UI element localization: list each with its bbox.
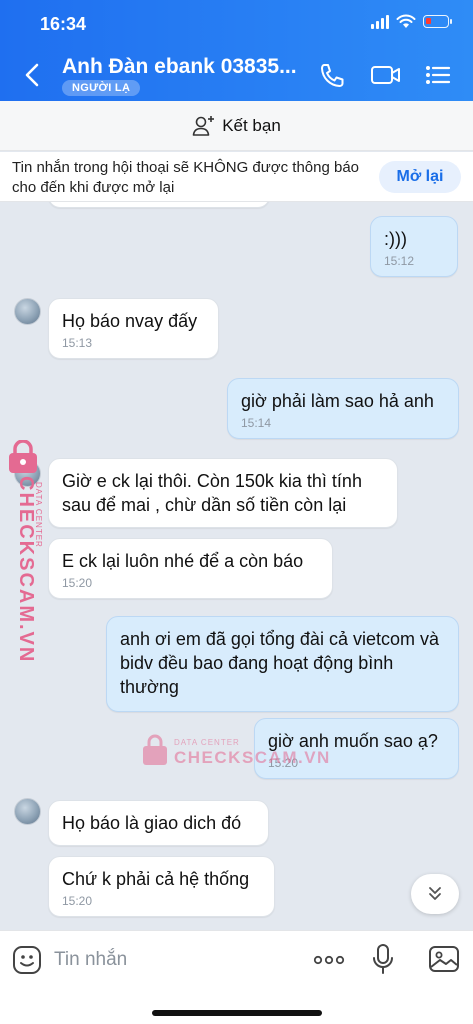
message-bubble: Giờ e ck lại thôi. Còn 150k kia thì tính… bbox=[48, 458, 398, 528]
microphone-icon[interactable] bbox=[370, 943, 396, 975]
watermark-sub: DATA CENTER bbox=[34, 482, 43, 548]
mute-notice-bar: Tin nhắn trong hội thoại sẽ KHÔNG được t… bbox=[0, 152, 473, 202]
message-text: giờ phải làm sao hả anh bbox=[241, 391, 434, 411]
message-time: 15:12 bbox=[384, 254, 415, 268]
message-input[interactable]: Tin nhắn bbox=[54, 945, 294, 975]
checkscam-watermark-side: CHECKSCAM.VN DATA CENTER bbox=[4, 440, 44, 663]
emoji-sticker-icon[interactable] bbox=[12, 945, 42, 975]
message-text: Chứ k phải cả hệ thống bbox=[62, 869, 250, 889]
phone-call-icon[interactable] bbox=[318, 62, 346, 88]
contact-avatar[interactable] bbox=[14, 298, 41, 325]
message-text: Họ báo là giao dich đó bbox=[62, 813, 242, 833]
image-gallery-icon[interactable] bbox=[428, 945, 460, 973]
message-text: :))) bbox=[384, 229, 407, 249]
lock-icon bbox=[9, 440, 37, 473]
add-friend-label: Kết bạn bbox=[222, 115, 281, 135]
message-bubble: anh ơi em đã gọi tổng đài cả vietcom và … bbox=[106, 616, 459, 712]
chat-area[interactable]: :))) 15:12 Họ báo nvay đấy 15:13 giờ phả… bbox=[0, 202, 473, 930]
chat-header: 16:34 Anh Đàn ebank 03835... NGƯỜI LẠ bbox=[0, 0, 473, 101]
mute-notice-text: Tin nhắn trong hội thoại sẽ KHÔNG được t… bbox=[12, 159, 360, 196]
stranger-badge: NGƯỜI LẠ bbox=[62, 80, 141, 96]
add-friend-icon bbox=[192, 115, 215, 136]
watermark-sub: DATA CENTER bbox=[174, 738, 240, 747]
message-bubble: Chứ k phải cả hệ thống 15:20 bbox=[48, 856, 275, 917]
message-text: Giờ e ck lại thôi. Còn 150k kia thì tính… bbox=[62, 471, 362, 515]
status-icons bbox=[371, 14, 452, 29]
reopen-button[interactable]: Mở lại bbox=[379, 161, 461, 193]
message-bubble: Họ báo là giao dich đó bbox=[48, 800, 269, 846]
home-indicator bbox=[152, 1010, 322, 1016]
status-time: 16:34 bbox=[40, 14, 87, 34]
message-bubble: Họ báo nvay đấy 15:13 bbox=[48, 298, 219, 359]
lock-icon bbox=[143, 734, 167, 765]
message-time: 15:20 bbox=[62, 576, 93, 590]
message-time: 15:20 bbox=[62, 894, 93, 908]
message-text: E ck lại luôn nhé để a còn báo bbox=[62, 551, 304, 571]
signal-icon bbox=[371, 14, 389, 29]
contact-name[interactable]: Anh Đàn ebank 03835... bbox=[62, 55, 297, 79]
message-input-bar: Tin nhắn bbox=[0, 930, 473, 1024]
message-text: Họ báo nvay đấy bbox=[62, 311, 198, 331]
contact-avatar[interactable] bbox=[14, 798, 41, 825]
message-bubble: E ck lại luôn nhé để a còn báo 15:20 bbox=[48, 538, 333, 599]
message-time: 15:13 bbox=[62, 336, 93, 350]
scroll-to-bottom-button[interactable] bbox=[411, 874, 459, 914]
more-options-icon[interactable] bbox=[312, 949, 346, 971]
double-chevron-down-icon bbox=[429, 887, 441, 900]
message-bubble: :))) 15:12 bbox=[370, 216, 458, 277]
back-arrow-icon[interactable] bbox=[22, 62, 44, 88]
message-text: anh ơi em đã gọi tổng đài cả vietcom và … bbox=[120, 629, 439, 697]
video-call-icon[interactable] bbox=[370, 62, 402, 88]
message-time: 15:14 bbox=[241, 416, 272, 430]
add-friend-button[interactable]: Kết bạn bbox=[0, 101, 473, 151]
message-bubble: giờ phải làm sao hả anh 15:14 bbox=[227, 378, 459, 439]
message-bubble-partial bbox=[48, 202, 270, 208]
battery-icon bbox=[423, 15, 452, 28]
checkscam-watermark-center: DATA CENTER CHECKSCAM.VN bbox=[142, 734, 329, 774]
watermark-brand: CHECKSCAM.VN bbox=[174, 748, 331, 767]
wifi-icon bbox=[396, 14, 416, 28]
menu-list-icon[interactable] bbox=[424, 62, 452, 88]
